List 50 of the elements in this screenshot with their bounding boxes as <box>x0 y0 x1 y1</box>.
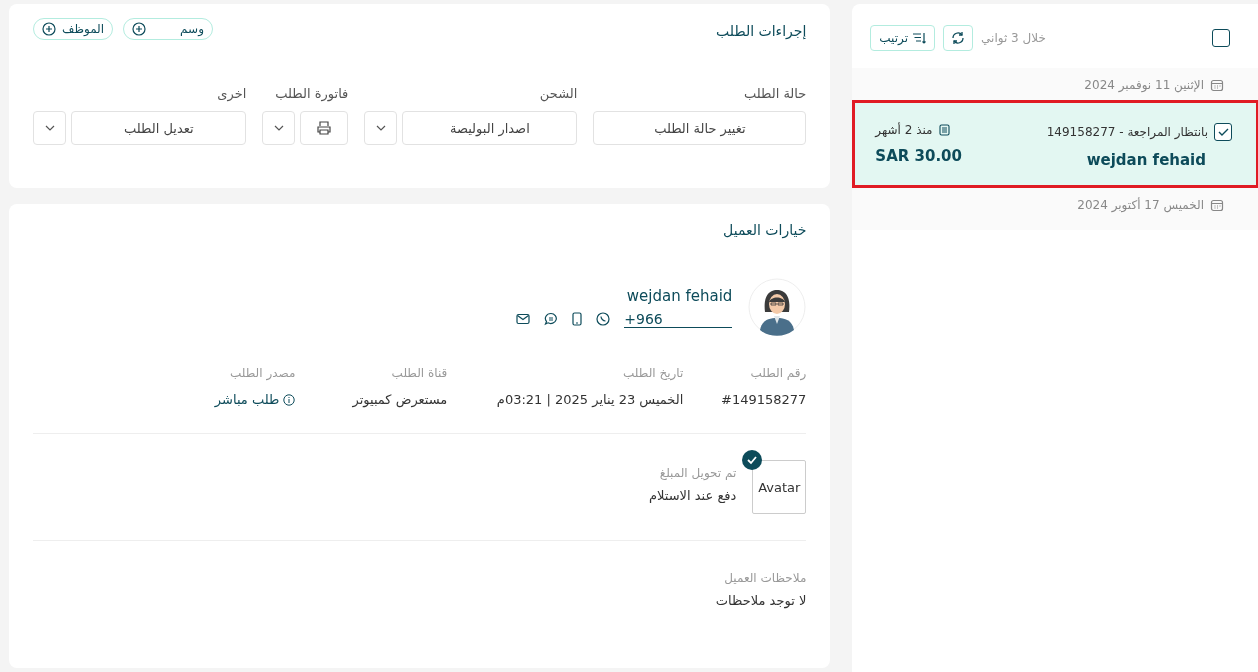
section-title: خيارات العميل <box>722 222 807 238</box>
field-label: تم تحويل المبلغ <box>658 466 737 480</box>
field-label: قناة الطلب <box>391 366 448 380</box>
plus-icon <box>42 22 56 36</box>
source-link[interactable]: طلب مباشر <box>214 392 296 407</box>
order-total: SAR 30.00 <box>875 147 962 165</box>
person-avatar-icon <box>748 278 807 336</box>
sort-button[interactable]: ترتيب <box>870 25 936 51</box>
printer-icon <box>316 120 333 136</box>
field-value: الخميس 23 يناير 2025 | 03:21م <box>496 392 684 407</box>
field-value: #149158277 <box>721 392 807 407</box>
note-icon <box>938 124 950 136</box>
print-button[interactable] <box>300 111 349 145</box>
date-heading: الإثنين 11 نوفمبر 2024 <box>1084 78 1204 92</box>
customer-name: wejdan fehaid <box>1085 151 1206 169</box>
field-value: لا توجد ملاحظات <box>714 593 807 608</box>
action-button[interactable]: تعديل الطلب <box>71 111 247 145</box>
order-checkbox[interactable] <box>1214 123 1232 141</box>
action-button[interactable]: تغيير حالة الطلب <box>593 111 807 145</box>
calendar-icon <box>1210 78 1224 92</box>
date-heading: الخميس 17 أكتوبر 2024 <box>1077 198 1204 212</box>
field-label: مصدر الطلب <box>230 366 296 380</box>
field-label: رقم الطلب <box>750 366 807 380</box>
info-icon <box>283 393 296 406</box>
action-button[interactable]: اصدار البوليصة <box>402 111 578 145</box>
phone-number[interactable]: +966 <box>624 310 733 328</box>
mobile-phone-icon[interactable] <box>572 312 583 326</box>
calendar-icon <box>1210 198 1224 212</box>
staff-button[interactable]: الموظف <box>33 18 114 40</box>
order-status: بانتظار المراجعة - 149158277 <box>1046 125 1208 139</box>
field-label: ملاحظات العميل <box>723 571 807 585</box>
field-label: فاتورة الطلب <box>274 86 349 101</box>
tag-button[interactable]: وسم <box>123 18 213 40</box>
plus-icon <box>132 22 147 36</box>
refresh-button[interactable] <box>943 25 974 51</box>
field-value: دفع عند الاستلام <box>649 488 737 503</box>
mail-icon[interactable] <box>516 313 531 325</box>
chat-bubble-icon[interactable] <box>544 312 559 326</box>
select-all-checkbox[interactable] <box>1212 29 1230 47</box>
sort-icon <box>912 31 927 45</box>
field-label: اخرى <box>216 86 247 101</box>
refresh-hint: خلال 3 ثواني <box>981 31 1046 45</box>
field-value: مستعرض كمبيوتر <box>352 392 448 407</box>
section-title: إجراءات الطلب <box>716 23 807 39</box>
refresh-icon <box>950 30 967 46</box>
field-label: حالة الطلب <box>742 86 807 101</box>
field-label: الشحن <box>538 86 578 101</box>
customer-name: wejdan fehaid <box>625 286 733 305</box>
order-age: منذ 2 أشهر <box>875 123 933 137</box>
field-label: تاريخ الطلب <box>623 366 684 380</box>
